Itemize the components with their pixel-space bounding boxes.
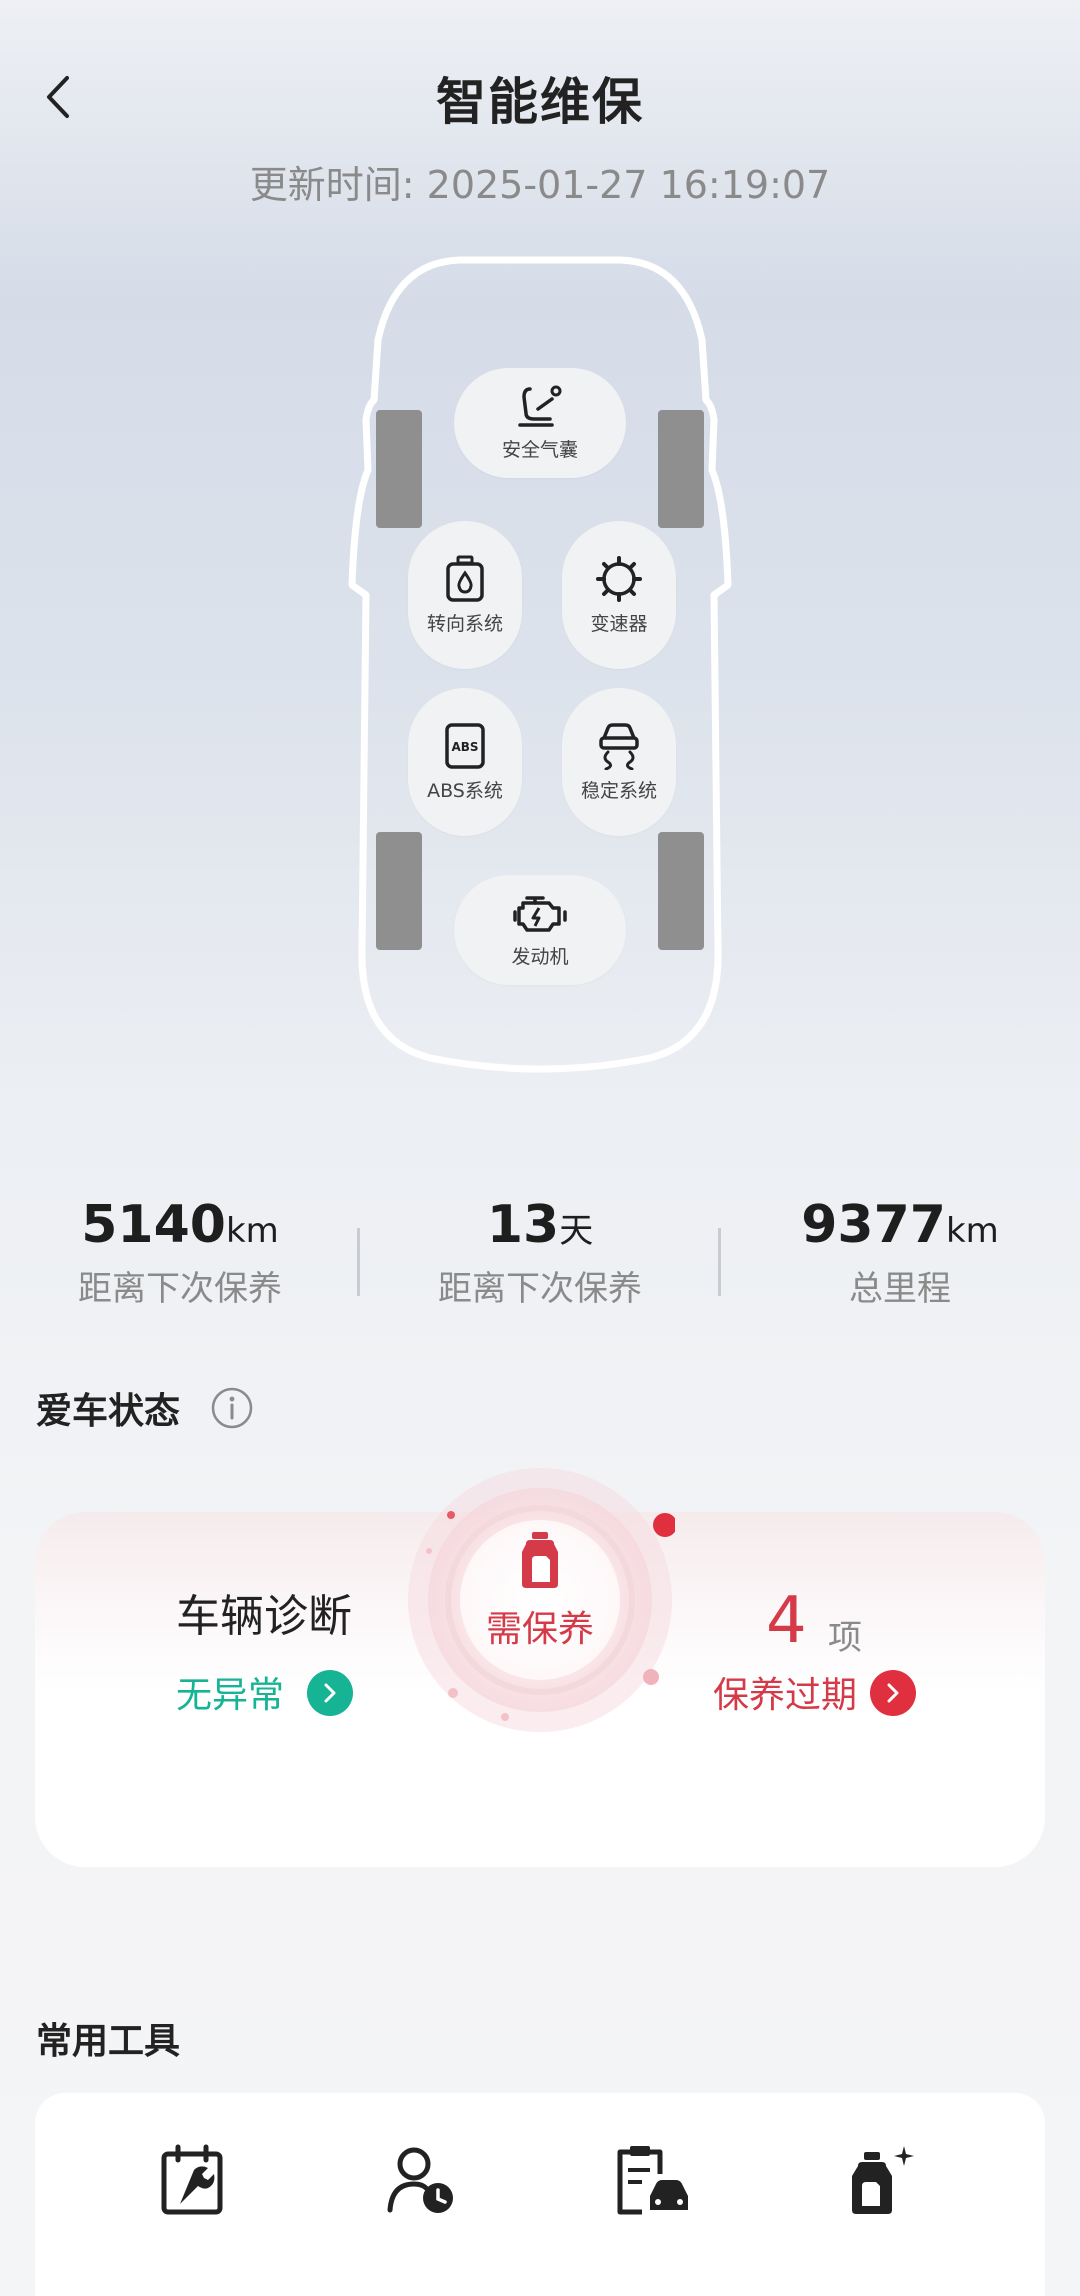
system-transmission[interactable]: 变速器 [562, 521, 676, 669]
system-label: 稳定系统 [580, 779, 657, 802]
chevron-right-icon [887, 1683, 899, 1703]
system-steering[interactable]: 转向系统 [408, 521, 522, 669]
stat-total-mileage: 9377km 总里程 [740, 1195, 1060, 1310]
service-record-icon [617, 2146, 688, 2215]
info-icon [211, 1387, 253, 1429]
tool-maintenance-calendar[interactable] [152, 2140, 232, 2220]
system-label: ABS系统 [427, 779, 503, 802]
need-maintenance-label: 需保养 [485, 1609, 594, 1650]
overdue-label[interactable]: 保养过期 [713, 1666, 857, 1718]
tool-service-record[interactable] [612, 2140, 692, 2220]
oil-bottle-icon [516, 1530, 564, 1590]
wheel-rear-left [376, 832, 422, 950]
wheel-front-left [376, 410, 422, 528]
engine-icon [513, 895, 567, 932]
stat-caption: 距离下次保养 [438, 1269, 642, 1309]
stat-value: 9377 [801, 1195, 946, 1255]
divider [357, 1228, 360, 1296]
stat-caption: 距离下次保养 [78, 1269, 282, 1309]
overdue-count: 4 [766, 1584, 807, 1658]
tool-appointment[interactable] [382, 2140, 462, 2220]
diagnosis-detail-button[interactable] [307, 1670, 353, 1716]
svg-text:ABS: ABS [451, 740, 478, 754]
stat-next-maintenance-km: 5140km 距离下次保养 [20, 1195, 340, 1310]
system-airbag[interactable]: 安全气囊 [454, 368, 626, 478]
system-abs[interactable]: ABS ABS系统 [408, 688, 522, 836]
tools-title: 常用工具 [36, 2021, 181, 2062]
overdue-unit: 项 [828, 1618, 862, 1658]
diagnosis-label: 车辆诊断 [176, 1591, 352, 1642]
seat-icon [518, 385, 562, 427]
update-time: 更新时间: 2025-01-27 16:19:07 [249, 163, 831, 207]
maintenance-calendar-icon [161, 2144, 223, 2215]
appointment-icon [387, 2147, 453, 2213]
system-label: 安全气囊 [501, 438, 578, 461]
stat-unit: km [225, 1211, 279, 1251]
wheel-rear-right [658, 832, 704, 950]
wheel-front-right [658, 410, 704, 528]
system-label: 发动机 [511, 945, 569, 968]
stat-next-maintenance-days: 13天 距离下次保养 [380, 1195, 700, 1310]
stat-unit: km [945, 1211, 999, 1251]
car-status-title: 爱车状态 [36, 1391, 181, 1432]
info-button[interactable] [210, 1386, 254, 1430]
car-diagram: 安全气囊 转向系统 变速器 ABS ABS系统 稳定系统 发动机 [340, 250, 740, 1080]
gear-icon [596, 555, 642, 602]
system-label: 变速器 [590, 612, 648, 635]
stat-unit: 天 [559, 1211, 594, 1251]
steering-oil-icon [446, 555, 484, 602]
system-engine[interactable]: 发动机 [454, 875, 626, 985]
page-title: 智能维保 [436, 73, 644, 131]
divider [718, 1228, 721, 1296]
system-label: 转向系统 [426, 612, 503, 635]
system-stability[interactable]: 稳定系统 [562, 688, 676, 836]
chevron-right-icon [324, 1683, 336, 1703]
tool-oil-care[interactable] [842, 2140, 922, 2220]
diagnosis-state[interactable]: 无异常 [176, 1666, 284, 1718]
stat-value: 13 [486, 1195, 560, 1255]
stat-value: 5140 [81, 1195, 226, 1255]
abs-icon: ABS [445, 722, 485, 769]
oil-care-icon [852, 2146, 914, 2214]
stat-caption: 总里程 [849, 1269, 951, 1309]
overdue-detail-button[interactable] [870, 1670, 916, 1716]
stability-icon [599, 722, 639, 770]
